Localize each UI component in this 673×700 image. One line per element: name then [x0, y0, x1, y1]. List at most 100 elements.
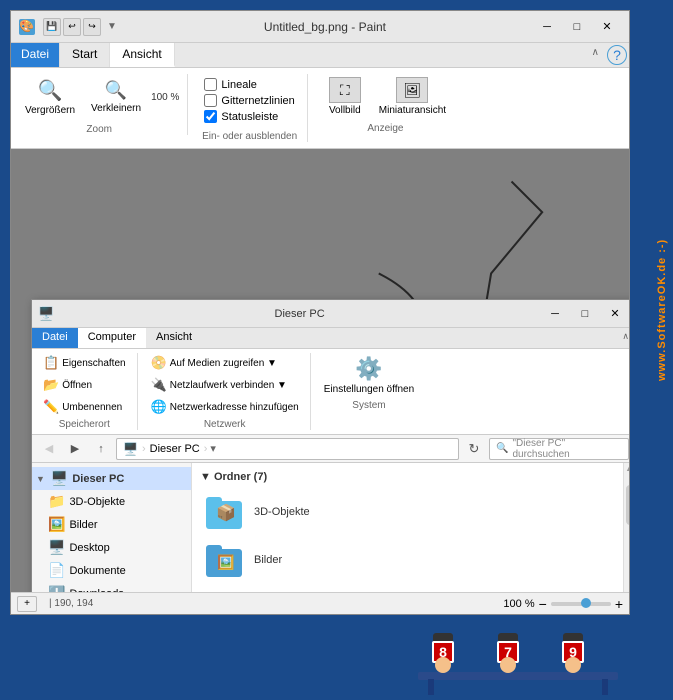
explorer-window: 🖥️ Dieser PC ─ □ ✕ Datei Computer Ansich… [31, 299, 629, 592]
speicherort-label: Speicherort [38, 419, 131, 430]
folder-bilder-thumb-icon: 🖼️ [217, 554, 234, 571]
downloads-icon: ⬇️ [48, 585, 65, 592]
scroll-thumb[interactable] [626, 485, 630, 525]
character-9: 9 [563, 633, 583, 673]
netzlaufwerk-button[interactable]: 🔌 Netzlaufwerk verbinden ▼ [146, 375, 304, 395]
explorer-file-area[interactable]: ▼ Ordner (7) 📦 3D-Objekte [192, 463, 623, 592]
system-label: System [319, 400, 419, 411]
zoom-in-icon: 🔍 [38, 78, 63, 103]
dokumente-label: Dokumente [69, 565, 125, 577]
zoom-group-label: Zoom [86, 124, 112, 135]
explorer-minimize-button[interactable]: ─ [541, 303, 569, 325]
folder-3d-thumb-icon: 📦 [216, 503, 236, 523]
minimize-button[interactable]: ─ [533, 16, 561, 38]
vollbild-button[interactable]: ⛶ Vollbild [320, 74, 370, 119]
explorer-maximize-button[interactable]: □ [571, 303, 599, 325]
netzwerk-label: Netzwerk [146, 419, 304, 430]
statusleiste-checkbox[interactable] [204, 110, 217, 123]
verkleinern-button[interactable]: 🔍 Verkleinern [85, 76, 147, 118]
folder-item-3d[interactable]: 📦 3D-Objekte [200, 491, 615, 533]
undo-button[interactable]: ↩ [63, 18, 81, 36]
maximize-button[interactable]: □ [563, 16, 591, 38]
character-7: 7 [498, 633, 518, 673]
lineale-checkbox[interactable] [204, 78, 217, 91]
view-options: Lineale Gitternetzlinien Statusleiste [200, 74, 298, 127]
close-button[interactable]: ✕ [593, 16, 621, 38]
save-button[interactable]: 💾 [43, 18, 61, 36]
explorer-tab-ansicht[interactable]: Ansicht [146, 328, 202, 348]
explorer-ribbon-collapse[interactable]: ∧ [616, 328, 629, 348]
sidebar-item-dokumente[interactable]: 📄 Dokumente [32, 559, 191, 582]
forward-button[interactable]: ▶ [64, 439, 86, 459]
paint-ribbon-content: 🔍 Vergrößern 🔍 Verkleinern 100 % Zoom [11, 68, 629, 149]
media-icon: 📀 [151, 355, 167, 371]
3d-icon: 📁 [48, 493, 65, 510]
folder-item-desktop[interactable]: 🖥️ Desktop [200, 587, 615, 592]
fullscreen-icon: ⛶ [329, 77, 361, 103]
back-button[interactable]: ◀ [38, 439, 60, 459]
redo-button[interactable]: ↪ [83, 18, 101, 36]
lineale-option[interactable]: Lineale [204, 78, 294, 91]
properties-icon: 📋 [43, 355, 59, 371]
statusleiste-option[interactable]: Statusleiste [204, 110, 294, 123]
sidebar-item-3d-objekte[interactable]: 📁 3D-Objekte [32, 490, 191, 513]
einstellungen-button[interactable]: ⚙️ Einstellungen öffnen [319, 353, 419, 398]
auf-medien-button[interactable]: 📀 Auf Medien zugreifen ▼ [146, 353, 304, 373]
quick-access-toolbar: 💾 ↩ ↪ ▼ [43, 18, 117, 36]
explorer-close-button[interactable]: ✕ [601, 303, 629, 325]
zoom-group-content: 🔍 Vergrößern 🔍 Verkleinern 100 % [19, 74, 179, 120]
up-button[interactable]: ↑ [90, 439, 112, 459]
umbenennen-button[interactable]: ✏️ Umbenennen [38, 397, 131, 417]
offnen-button[interactable]: 📂 Öffnen [38, 375, 131, 395]
paint-window: 🎨 💾 ↩ ↪ ▼ Untitled_bg.png - Paint ─ □ ✕ … [10, 10, 630, 615]
explorer-ribbon-tabs: Datei Computer Ansicht ∧ [32, 328, 629, 349]
netzwerkadresse-button[interactable]: 🌐 Netzwerkadresse hinzufügen [146, 397, 304, 417]
search-icon: 🔍 [496, 443, 508, 454]
zoom-group: 🔍 Vergrößern 🔍 Verkleinern 100 % Zoom [19, 74, 188, 135]
scroll-up-btn[interactable]: ▲ [625, 463, 629, 473]
table-leg-right [602, 679, 608, 695]
paint-canvas-area[interactable]: 🖥️ Dieser PC ─ □ ✕ Datei Computer Ansich… [11, 149, 629, 592]
pc-icon: 🖥️ [51, 470, 68, 487]
explorer-vscroll[interactable]: ▲ ▼ [623, 463, 629, 592]
thumbnail-icon: 🖼 [396, 77, 428, 103]
ribbon-collapse-btn[interactable]: ∧ [586, 43, 605, 67]
folder-thumb-bilder: 🖼️ [206, 543, 246, 577]
downloads-label: Downloads [69, 588, 123, 593]
miniaturansicht-button[interactable]: 🖼 Miniaturansicht [374, 74, 451, 119]
desktop-label: Desktop [69, 542, 109, 554]
sidebar-item-desktop[interactable]: 🖥️ Desktop [32, 536, 191, 559]
sidebar-item-dieser-pc[interactable]: ▼ 🖥️ Dieser PC [32, 467, 191, 490]
system-group: ⚙️ Einstellungen öffnen System [319, 353, 425, 411]
search-box[interactable]: 🔍 "Dieser PC" durchsuchen [489, 438, 629, 460]
address-path[interactable]: 🖥️ › Dieser PC › ▾ [116, 438, 459, 460]
sidebar-item-bilder[interactable]: 🖼️ Bilder [32, 513, 191, 536]
gitternetzlinien-checkbox[interactable] [204, 94, 217, 107]
table-leg-left [428, 679, 434, 695]
3d-label: 3D-Objekte [69, 496, 125, 508]
settings-icon: ⚙️ [355, 356, 382, 382]
vergrossern-button[interactable]: 🔍 Vergrößern [19, 74, 81, 120]
refresh-button[interactable]: ↻ [463, 439, 485, 459]
add-view-button[interactable]: + [17, 596, 37, 612]
display-group-label: Anzeige [367, 123, 403, 134]
explorer-tab-computer[interactable]: Computer [78, 328, 146, 348]
sidebar-item-downloads[interactable]: ⬇️ Downloads [32, 582, 191, 592]
folder-section-title: ▼ Ordner (7) [200, 471, 615, 483]
head-7 [500, 657, 516, 673]
folder-grid: 📦 3D-Objekte 🖼️ Bilder [200, 491, 615, 592]
eigenschaften-button[interactable]: 📋 Eigenschaften [38, 353, 131, 373]
tab-ansicht-paint[interactable]: Ansicht [110, 43, 174, 67]
bilder-label: Bilder [69, 519, 97, 531]
explorer-tab-datei[interactable]: Datei [32, 328, 78, 348]
explorer-win-controls: ─ □ ✕ [541, 303, 629, 325]
paint-title-bar: 🎨 💾 ↩ ↪ ▼ Untitled_bg.png - Paint ─ □ ✕ [11, 11, 629, 43]
folder-bilder-name: Bilder [254, 554, 282, 566]
folder-item-bilder[interactable]: 🖼️ Bilder [200, 539, 615, 581]
address-dropdown-btn[interactable]: ▾ [207, 442, 219, 455]
display-group-content: ⛶ Vollbild 🖼 Miniaturansicht [320, 74, 451, 119]
gitternetzlinien-option[interactable]: Gitternetzlinien [204, 94, 294, 107]
tab-start-paint[interactable]: Start [60, 43, 110, 67]
help-button[interactable]: ? [607, 45, 627, 65]
tab-datei-paint[interactable]: Datei [11, 43, 60, 67]
